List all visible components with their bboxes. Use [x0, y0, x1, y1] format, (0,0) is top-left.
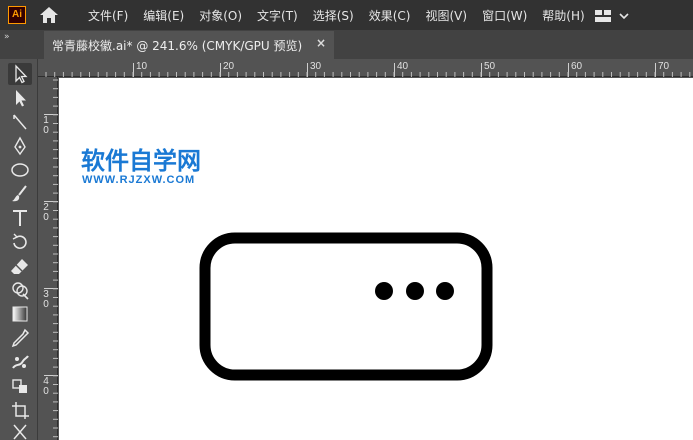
document-tab[interactable]: 常青藤校徽.ai* @ 241.6% (CMYK/GPU 预览) ×	[44, 31, 334, 59]
artboard-canvas[interactable]: 软件自学网 WWW.RJZXW.COM	[59, 78, 693, 440]
gradient-square-icon	[12, 306, 28, 322]
scissors-tool[interactable]	[8, 421, 32, 440]
ruler-label-20: 20	[223, 61, 235, 72]
workspace-grid-icon	[595, 10, 629, 22]
menu-select[interactable]: 选择(S)	[306, 7, 362, 24]
paintbrush-icon	[12, 185, 27, 202]
vertical-ruler[interactable]: 1 0 2 0 3 0 4 0	[38, 77, 58, 440]
line-segment-icon	[13, 114, 27, 130]
watermark-title: 软件自学网	[81, 147, 201, 175]
home-icon[interactable]	[38, 5, 60, 25]
menu-bar: Ai 文件(F) 编辑(E) 对象(O) 文字(T) 选择(S) 效果(C) 视…	[0, 0, 693, 30]
rotate-arrow-icon	[12, 233, 27, 250]
ruler-label-40: 40	[397, 61, 409, 72]
live-paint-bucket-icon	[12, 379, 27, 393]
ellipse-icon	[11, 163, 29, 177]
ruler-label-30: 30	[310, 61, 322, 72]
ellipse-tool[interactable]	[8, 159, 32, 181]
rounded-rectangle-shape	[199, 232, 493, 381]
gradient-tool[interactable]	[8, 303, 32, 325]
workspace-switcher[interactable]	[594, 8, 634, 22]
direct-selection-tool[interactable]	[8, 87, 32, 109]
pen-tool[interactable]	[8, 135, 32, 157]
eyedropper-icon	[11, 328, 30, 348]
document-tab-label: 常青藤校徽.ai* @ 241.6% (CMYK/GPU 预览)	[52, 38, 303, 53]
puppet-warp-tool[interactable]	[8, 351, 32, 373]
eyedropper-tool[interactable]	[8, 327, 32, 349]
menu-effect[interactable]: 效果(C)	[362, 7, 419, 24]
artboard-icon	[12, 402, 29, 419]
ruler-label-10: 10	[136, 61, 148, 72]
paintbrush-tool[interactable]	[8, 183, 32, 205]
chat-bubble-artwork[interactable]	[199, 228, 499, 388]
eraser-tool[interactable]	[8, 255, 32, 277]
menu-help[interactable]: 帮助(H)	[535, 7, 592, 24]
menu-window[interactable]: 窗口(W)	[475, 7, 535, 24]
ruler-label-v20: 2 0	[43, 202, 49, 223]
artboard-tool[interactable]	[8, 399, 32, 421]
close-tab-icon[interactable]: ×	[316, 36, 326, 50]
app-logo: Ai	[8, 6, 26, 24]
ruler-label-v40: 4 0	[43, 376, 49, 397]
menu-type[interactable]: 文字(T)	[250, 7, 306, 24]
menu-file[interactable]: 文件(F)	[81, 7, 136, 24]
menu-object[interactable]: 对象(O)	[192, 7, 250, 24]
selection-arrow-icon	[15, 64, 28, 84]
type-t-icon	[13, 210, 27, 226]
ruler-label-60: 60	[571, 61, 583, 72]
line-tool[interactable]	[8, 111, 32, 133]
rotate-tool[interactable]	[8, 231, 32, 253]
puppet-warp-icon	[12, 355, 29, 369]
selection-tool[interactable]	[8, 63, 32, 85]
ruler-label-v10: 1 0	[43, 115, 49, 136]
pen-nib-icon	[14, 136, 26, 156]
type-tool[interactable]	[8, 207, 32, 229]
ruler-label-70: 70	[658, 61, 670, 72]
watermark-url: WWW.RJZXW.COM	[82, 174, 196, 186]
dot-shape-1	[375, 282, 393, 300]
shape-builder-icon	[12, 282, 29, 300]
collapse-panel-icon[interactable]: »	[4, 32, 10, 42]
eraser-icon	[11, 259, 28, 274]
dot-shape-2	[406, 282, 424, 300]
scissors-icon	[13, 424, 27, 440]
menu-edit[interactable]: 编辑(E)	[136, 7, 192, 24]
live-paint-tool[interactable]	[8, 375, 32, 397]
direct-selection-arrow-icon	[16, 90, 26, 107]
dot-shape-3	[436, 282, 454, 300]
tools-panel	[0, 59, 38, 440]
ruler-label-v30: 3 0	[43, 289, 49, 310]
ruler-label-50: 50	[484, 61, 496, 72]
shape-builder-tool[interactable]	[8, 279, 32, 301]
main-menu: 文件(F) 编辑(E) 对象(O) 文字(T) 选择(S) 效果(C) 视图(V…	[81, 0, 593, 30]
menu-view[interactable]: 视图(V)	[418, 7, 475, 24]
horizontal-ruler[interactable]: 10 20 30 40 50 60 70	[44, 59, 693, 77]
